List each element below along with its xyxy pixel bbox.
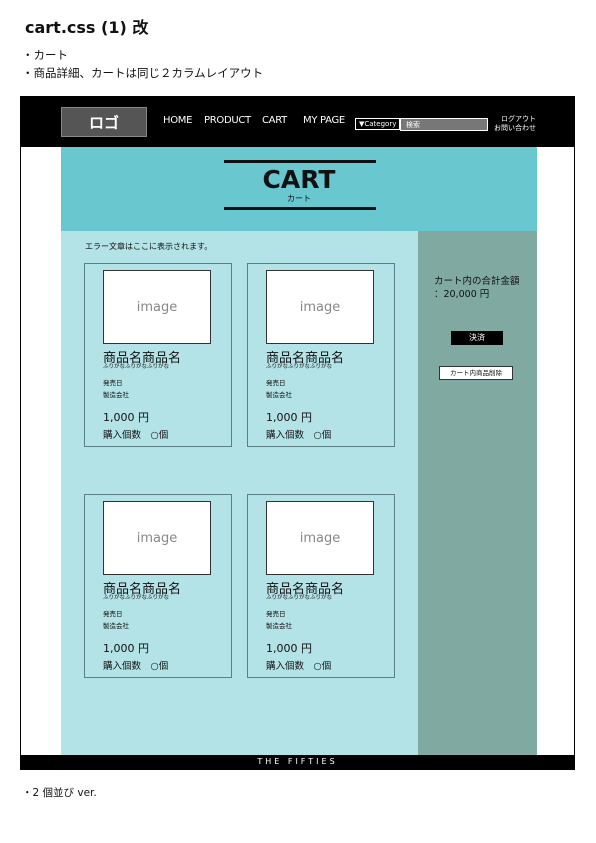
main-content: CART カート エラー文章はここに表示されます。 image 商品名商品名 ふ… (61, 147, 537, 755)
error-message: エラー文章はここに表示されます。 (85, 242, 213, 251)
product-card: image 商品名商品名 ふりがなふりがなふりがな 発売日 製造会社 1,000… (247, 263, 395, 447)
clear-cart-button[interactable]: カート内商品削除 (439, 366, 513, 380)
purchase-quantity[interactable]: 購入個数 ○個 (266, 658, 331, 672)
site-logo[interactable]: ロゴ (61, 107, 147, 137)
product-image: image (103, 501, 211, 575)
product-price: 1,000 円 (103, 642, 149, 655)
product-kana: ふりがなふりがなふりがな (103, 364, 170, 370)
product-price: 1,000 円 (103, 411, 149, 424)
nav-product[interactable]: PRODUCT (204, 115, 251, 126)
product-card: image 商品名商品名 ふりがなふりがなふりがな 発売日 製造会社 1,000… (84, 263, 232, 447)
product-image: image (103, 270, 211, 344)
manufacturer: 製造会社 (266, 391, 292, 399)
search-input[interactable] (400, 118, 488, 131)
site-header: ロゴ HOME PRODUCT CART MY PAGE ▼Category ロ… (21, 97, 574, 147)
cart-total: カート内の合計金額 ：20,000 円 (434, 275, 520, 301)
purchase-quantity[interactable]: 購入個数 ○個 (266, 427, 331, 441)
product-price: 1,000 円 (266, 642, 312, 655)
manufacturer: 製造会社 (103, 391, 129, 399)
nav-home[interactable]: HOME (163, 115, 192, 126)
product-card: image 商品名商品名 ふりがなふりがなふりがな 発売日 製造会社 1,000… (247, 494, 395, 678)
product-price: 1,000 円 (266, 411, 312, 424)
nav-cart[interactable]: CART (262, 115, 287, 126)
release-date: 発売日 (266, 379, 286, 387)
product-kana: ふりがなふりがなふりがな (266, 364, 333, 370)
site-footer: THE FIFTIES (21, 755, 574, 769)
cart-total-label: カート内の合計金額 (434, 276, 520, 287)
contact-link[interactable]: お問い合わせ (476, 123, 536, 133)
page-title: CART (262, 165, 336, 194)
document-title: cart.css (1) 改 (25, 18, 149, 37)
product-kana: ふりがなふりがなふりがな (266, 595, 333, 601)
product-image: image (266, 501, 374, 575)
checkout-button[interactable]: 決済 (451, 331, 503, 345)
page-subtitle: カート (287, 194, 311, 203)
product-kana: ふりがなふりがなふりがな (103, 595, 170, 601)
manufacturer: 製造会社 (103, 622, 129, 630)
cart-sidebar: カート内の合計金額 ：20,000 円 決済 カート内商品削除 (418, 231, 537, 755)
purchase-quantity[interactable]: 購入個数 ○個 (103, 427, 168, 441)
product-card: image 商品名商品名 ふりがなふりがなふりがな 発売日 製造会社 1,000… (84, 494, 232, 678)
hero-bottom-rule (224, 207, 376, 210)
note-cart: ・カート (22, 48, 68, 62)
product-image: image (266, 270, 374, 344)
cart-total-value: ：20,000 円 (434, 289, 490, 300)
footnote: ・2 個並び ver. (22, 787, 97, 799)
purchase-quantity[interactable]: 購入個数 ○個 (103, 658, 168, 672)
page-hero: CART カート (61, 147, 537, 231)
category-dropdown[interactable]: ▼Category (355, 118, 401, 130)
nav-mypage[interactable]: MY PAGE (303, 115, 345, 126)
manufacturer: 製造会社 (266, 622, 292, 630)
release-date: 発売日 (266, 610, 286, 618)
release-date: 発売日 (103, 379, 123, 387)
hero-top-rule (224, 160, 376, 163)
wireframe: ロゴ HOME PRODUCT CART MY PAGE ▼Category ロ… (20, 96, 575, 770)
note-layout: ・商品詳細、カートは同じ２カラムレイアウト (22, 66, 264, 80)
release-date: 発売日 (103, 610, 123, 618)
